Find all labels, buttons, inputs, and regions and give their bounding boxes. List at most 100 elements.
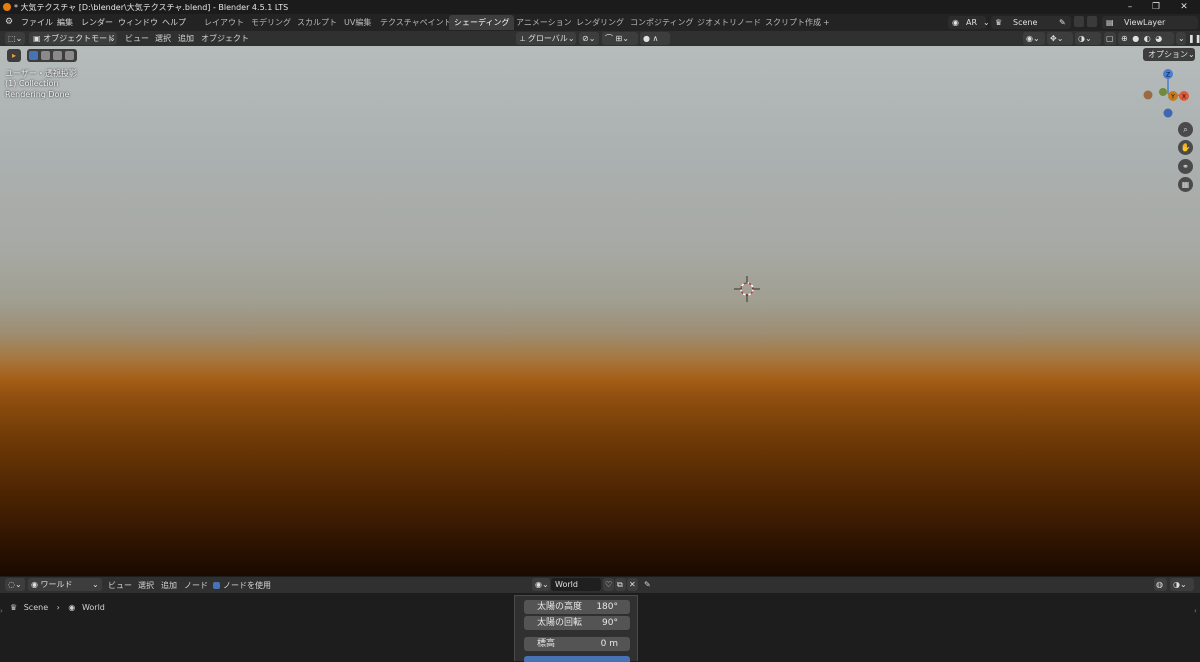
shading-mode-buttons[interactable]: ⊕ ● ◐ ◕ (1118, 32, 1174, 45)
xray-icon: ▢ (1106, 34, 1114, 43)
new-scene-icon[interactable] (1074, 16, 1084, 27)
overlay-icon: ◑ (1173, 580, 1180, 589)
world-icon: ◉ (68, 603, 76, 612)
snap-toggle-icon[interactable]: ◍ (1154, 578, 1167, 591)
navigation-gizmo[interactable]: Z X Y (1140, 66, 1196, 122)
overlay-toggle-button[interactable]: ◑⌄ (1170, 578, 1194, 591)
world-name-field[interactable]: World (551, 578, 601, 591)
zoom-icon[interactable]: ⌕ (1178, 122, 1193, 137)
select-subtract-icon[interactable] (53, 51, 62, 60)
maximize-button[interactable]: ❐ (1142, 0, 1170, 14)
close-button[interactable]: ✕ (1170, 0, 1198, 14)
gizmo-neg-z-axis[interactable] (1163, 108, 1173, 118)
world-browse-button[interactable]: ◉⌄ (532, 578, 550, 591)
tab-shading[interactable]: シェーディング (449, 15, 515, 30)
pan-hand-icon[interactable]: ✋ (1178, 140, 1193, 155)
tab-sculpt[interactable]: スカルプト (292, 15, 342, 30)
gizmo-neg-y-axis[interactable] (1159, 88, 1167, 96)
menu-view[interactable]: ビュー (108, 580, 132, 591)
chevron-down-icon: ⌄ (109, 34, 116, 43)
node-next-field[interactable] (524, 656, 630, 662)
menu-node[interactable]: ノード (184, 580, 208, 591)
select-new-icon[interactable] (29, 51, 38, 60)
ar-label: AR (966, 18, 978, 27)
toolbar-expand-icon[interactable]: › (0, 607, 3, 615)
breadcrumb-scene: Scene (23, 603, 49, 612)
use-nodes-checkbox[interactable]: ノードを使用 (213, 580, 271, 591)
snap-button[interactable]: ⌒ ⊞⌄ (602, 32, 638, 45)
menu-object[interactable]: オブジェクト (201, 33, 249, 44)
sun-elevation-field[interactable]: 太陽の高度 180° (524, 600, 630, 614)
menu-select[interactable]: 選択 (138, 580, 154, 591)
shader-type-selector[interactable]: ◉ ワールド ⌄ (28, 578, 102, 591)
menu-add[interactable]: 追加 (161, 580, 177, 591)
mode-selector[interactable]: ▣ オブジェクトモード ⌄ (29, 32, 117, 45)
tab-geometry-nodes[interactable]: ジオメトリノード (692, 15, 766, 30)
proportional-edit-button[interactable]: ● ∧ (640, 32, 670, 45)
gizmo-toggle-button[interactable]: ✥⌄ (1047, 32, 1073, 45)
pivot-point-button[interactable]: ⊘⌄ (579, 32, 599, 45)
tab-animation[interactable]: アニメーション (511, 15, 577, 30)
sun-rotation-field[interactable]: 太陽の回転 90° (524, 616, 630, 630)
3d-viewport[interactable]: ▸ ユーザー・透視投影 (1) Collection Rendering Don… (0, 46, 1200, 576)
menu-file[interactable]: ファイル (21, 17, 53, 28)
view-layer-selector[interactable]: ▤ ViewLayer (1102, 16, 1198, 29)
unlink-world-icon[interactable]: ✕ (627, 578, 638, 591)
view-layer-name: ViewLayer (1124, 18, 1166, 27)
select-extend-icon[interactable] (41, 51, 50, 60)
transform-orientation-selector[interactable]: ⟂ グローバル⌄ (516, 32, 576, 45)
new-world-icon[interactable]: ⧉ (615, 578, 626, 591)
tab-modeling[interactable]: モデリング (246, 15, 296, 30)
menu-view[interactable]: ビュー (125, 33, 149, 44)
view-layer-icon: ▤ (1106, 18, 1114, 27)
pause-render-button[interactable]: ❚❚ (1186, 32, 1200, 45)
pin-icon[interactable]: ✎ (1059, 16, 1066, 29)
menu-select[interactable]: 選択 (155, 33, 171, 44)
tab-layout[interactable]: レイアウト (199, 15, 249, 30)
options-button[interactable]: オプション⌄ (1143, 48, 1195, 61)
tab-compositing[interactable]: コンポジティング (625, 15, 699, 30)
altitude-field[interactable]: 標高 0 m (524, 637, 630, 651)
breadcrumb-world: World (81, 603, 105, 612)
altitude-label: 標高 (537, 639, 556, 649)
minimize-button[interactable]: – (1116, 0, 1144, 14)
selection-mode-buttons[interactable] (27, 49, 77, 62)
tab-rendering[interactable]: レンダリング (571, 15, 629, 30)
delete-scene-icon[interactable] (1087, 16, 1097, 27)
scene-selector[interactable]: ♛ Scene ✎ (991, 16, 1071, 29)
xray-toggle-button[interactable]: ▢ (1104, 32, 1116, 45)
overlay-toggle-button[interactable]: ◑⌄ (1075, 32, 1101, 45)
editor-type-button[interactable]: ◌⌄ (5, 578, 25, 591)
sidebar-expand-icon[interactable]: ‹ (1194, 607, 1197, 615)
menu-window[interactable]: ウィンドウ (118, 17, 158, 28)
menu-add[interactable]: 追加 (178, 33, 194, 44)
menu-help[interactable]: ヘルプ (162, 17, 186, 28)
sky-texture-node[interactable]: 太陽の高度 180° 太陽の回転 90° 標高 0 m (514, 595, 638, 662)
world-name: World (555, 580, 578, 589)
gizmo-z-label: Z (1166, 72, 1170, 79)
menu-edit[interactable]: 編集 (57, 17, 73, 28)
editor-type-button[interactable]: ⬚⌄ (5, 32, 25, 45)
ar-selector[interactable]: ◉ AR ⌄ (948, 16, 990, 29)
add-workspace-button[interactable]: + (818, 15, 835, 30)
chevron-down-icon: ⌄ (92, 580, 99, 589)
options-label: オプション (1148, 50, 1188, 59)
fake-user-icon[interactable]: ♡ (603, 578, 614, 591)
camera-view-icon[interactable]: ⚭ (1178, 159, 1193, 174)
gizmo-y-label: Y (1170, 94, 1175, 101)
shading-options-button[interactable]: ⌄ (1176, 32, 1186, 45)
select-tool-icon[interactable]: ▸ (7, 49, 21, 62)
chevron-right-icon: › (56, 603, 60, 612)
select-invert-icon[interactable] (65, 51, 74, 60)
perspective-toggle-icon[interactable]: ▦ (1178, 177, 1193, 192)
visibility-button[interactable]: ◉⌄ (1023, 32, 1045, 45)
gizmo-neg-x-axis[interactable] (1143, 90, 1153, 100)
world-icon: ◉ (31, 580, 38, 589)
blender-menu-icon[interactable]: ⚙ (5, 17, 13, 27)
orientation-icon: ⟂ (520, 34, 526, 43)
pin-icon[interactable]: ✎ (644, 580, 651, 589)
tab-uv-editing[interactable]: UV編集 (339, 15, 376, 30)
tab-scripting[interactable]: スクリプト作成 (760, 15, 826, 30)
tab-texture-paint[interactable]: テクスチャペイント (375, 15, 457, 30)
menu-render[interactable]: レンダー (81, 17, 113, 28)
